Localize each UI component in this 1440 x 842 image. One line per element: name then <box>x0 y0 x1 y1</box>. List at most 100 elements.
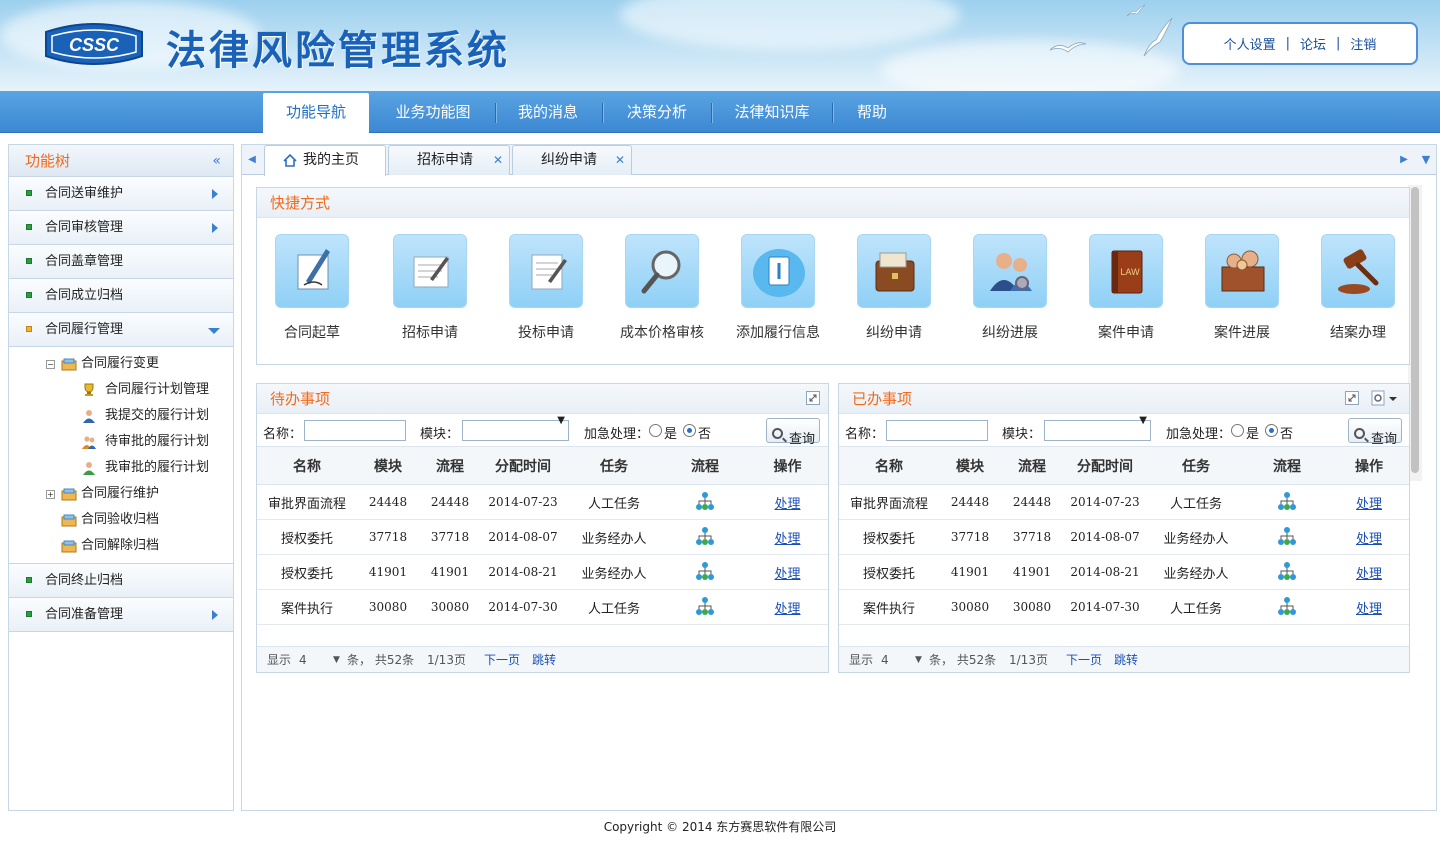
flowchart-icon[interactable] <box>695 526 715 546</box>
tab-dispute-application[interactable]: 纠纷申请 ✕ <box>512 145 632 175</box>
process-link[interactable]: 处理 <box>1356 532 1382 547</box>
shortcut-dispute-progress[interactable]: 纠纷进展 <box>955 234 1065 342</box>
process-link[interactable]: 处理 <box>1356 567 1382 582</box>
flowchart-icon[interactable] <box>695 561 715 581</box>
urgent-yes-radio[interactable] <box>649 424 662 437</box>
module-select[interactable]: ▼ <box>462 415 569 441</box>
tab-my-homepage[interactable]: 我的主页 <box>264 145 386 176</box>
app-header: CSSC 法律风险管理系统 个人设置 | 论坛 | 注销 <box>0 0 1440 91</box>
process-link[interactable]: 处理 <box>774 602 800 617</box>
briefcase-icon <box>875 252 915 292</box>
flowchart-icon[interactable] <box>695 491 715 511</box>
shortcut-contract-draft[interactable]: 合同起草 <box>257 234 367 342</box>
chevron-down-icon[interactable]: ▼ <box>915 647 922 673</box>
shortcut-tile[interactable] <box>1321 234 1395 308</box>
shortcut-case-closing[interactable]: 结案办理 <box>1303 234 1413 342</box>
nav-function-navigation[interactable]: 功能导航 <box>263 93 369 134</box>
urgent-no-radio[interactable] <box>683 424 696 437</box>
tree-node-my-submitted-plans[interactable]: 我提交的履行计划 <box>9 403 233 429</box>
close-icon[interactable]: ✕ <box>615 146 625 175</box>
flowchart-icon[interactable] <box>1277 491 1297 511</box>
logout-link[interactable]: 注销 <box>1340 34 1386 53</box>
shortcut-case-progress[interactable]: 案件进展 <box>1187 234 1297 342</box>
search-icon <box>772 428 783 439</box>
shortcut-tile[interactable] <box>509 234 583 308</box>
cell-action: 处理 <box>747 519 828 555</box>
tab-bid-application[interactable]: 招标申请 ✕ <box>388 145 510 175</box>
shortcut-tile[interactable] <box>625 234 699 308</box>
next-page-link[interactable]: 下一页 <box>484 647 520 673</box>
name-filter-input[interactable] <box>886 420 988 441</box>
maximize-icon[interactable] <box>806 391 820 405</box>
shortcut-cost-review[interactable]: 成本价格审核 <box>607 234 717 342</box>
sidebar-item-contract-archive[interactable]: 合同成立归档 <box>9 279 233 313</box>
tab-bar: ◀ 我的主页 招标申请 ✕ 纠纷申请 ✕ ▶ ▼ <box>242 145 1436 176</box>
shortcut-tile[interactable] <box>275 234 349 308</box>
name-filter-input[interactable] <box>304 420 406 441</box>
cell-flow: 30080 <box>1001 589 1063 625</box>
shortcut-tile[interactable] <box>1205 234 1279 308</box>
personal-settings-link[interactable]: 个人设置 <box>1214 34 1286 53</box>
jump-link[interactable]: 跳转 <box>532 647 556 673</box>
shortcut-tile[interactable]: LAW <box>1089 234 1163 308</box>
process-link[interactable]: 处理 <box>774 497 800 512</box>
page-size-select[interactable]: 4 <box>299 647 307 673</box>
jump-link[interactable]: 跳转 <box>1114 647 1138 673</box>
collapse-node-icon[interactable]: − <box>46 360 55 369</box>
sidebar-item-contract-seal[interactable]: 合同盖章管理 <box>9 245 233 279</box>
sidebar-item-contract-end-archive[interactable]: 合同终止归档 <box>9 564 233 598</box>
sidebar-item-contract-review[interactable]: 合同审核管理 <box>9 211 233 245</box>
process-link[interactable]: 处理 <box>1356 497 1382 512</box>
urgent-yes-radio[interactable] <box>1231 424 1244 437</box>
shortcut-tile[interactable] <box>393 234 467 308</box>
scroll-tabs-right-icon[interactable]: ▶ <box>1396 145 1412 175</box>
maximize-icon[interactable] <box>1345 391 1359 405</box>
col-flow: 流程 <box>1001 446 1063 485</box>
shortcut-bid-application[interactable]: 招标申请 <box>375 234 485 342</box>
nav-legal-knowledge[interactable]: 法律知识库 <box>716 91 828 133</box>
shortcut-dispute-application[interactable]: 纠纷申请 <box>839 234 949 342</box>
sidebar-item-contract-performance[interactable]: 合同履行管理 <box>9 313 233 347</box>
flowchart-icon[interactable] <box>1277 596 1297 616</box>
next-page-link[interactable]: 下一页 <box>1066 647 1102 673</box>
shortcut-label: 成本价格审核 <box>620 325 704 341</box>
settings-menu-icon[interactable] <box>1371 390 1399 406</box>
nav-business-diagram[interactable]: 业务功能图 <box>378 91 488 133</box>
nav-my-messages[interactable]: 我的消息 <box>500 91 596 133</box>
shortcut-tile[interactable] <box>741 234 815 308</box>
shortcut-add-performance[interactable]: 添加履行信息 <box>723 234 833 342</box>
process-link[interactable]: 处理 <box>774 532 800 547</box>
tree-node-performance-change[interactable]: − 合同履行变更 <box>9 351 233 377</box>
close-icon[interactable]: ✕ <box>493 146 503 175</box>
sidebar-item-contract-submit[interactable]: 合同送审维护 <box>9 177 233 211</box>
tree-node-plan-management[interactable]: 合同履行计划管理 <box>9 377 233 403</box>
collapse-sidebar-icon[interactable]: « <box>212 145 221 177</box>
page-size-select[interactable]: 4 <box>881 647 889 673</box>
flowchart-icon[interactable] <box>1277 561 1297 581</box>
shortcut-tender-application[interactable]: 投标申请 <box>491 234 601 342</box>
sidebar-item-contract-prepare[interactable]: 合同准备管理 <box>9 598 233 632</box>
flowchart-icon[interactable] <box>695 596 715 616</box>
nav-decision-analysis[interactable]: 决策分析 <box>608 91 706 133</box>
done-query-button[interactable]: 查询 <box>1348 418 1402 447</box>
forum-link[interactable]: 论坛 <box>1290 34 1336 53</box>
tree-node-performance-maintenance[interactable]: + 合同履行维护 <box>9 481 233 507</box>
expand-node-icon[interactable]: + <box>46 490 55 499</box>
shortcut-tile[interactable] <box>973 234 1047 308</box>
flowchart-icon[interactable] <box>1277 526 1297 546</box>
tree-node-acceptance-archive[interactable]: 合同验收归档 <box>9 507 233 533</box>
shortcut-case-application[interactable]: LAW 案件申请 <box>1071 234 1181 342</box>
tab-menu-chevron-icon[interactable]: ▼ <box>1418 145 1434 175</box>
scroll-tabs-left-icon[interactable]: ◀ <box>244 145 260 175</box>
process-link[interactable]: 处理 <box>1356 602 1382 617</box>
nav-help[interactable]: 帮助 <box>838 91 906 133</box>
chevron-down-icon[interactable]: ▼ <box>333 647 340 673</box>
tree-node-my-approved-plans[interactable]: 我审批的履行计划 <box>9 455 233 481</box>
tree-node-pending-approval-plans[interactable]: 待审批的履行计划 <box>9 429 233 455</box>
module-select[interactable]: ▼ <box>1044 415 1151 441</box>
urgent-no-radio[interactable] <box>1265 424 1278 437</box>
tree-node-termination-archive[interactable]: 合同解除归档 <box>9 533 233 559</box>
pending-query-button[interactable]: 查询 <box>766 418 820 447</box>
shortcut-tile[interactable] <box>857 234 931 308</box>
process-link[interactable]: 处理 <box>774 567 800 582</box>
